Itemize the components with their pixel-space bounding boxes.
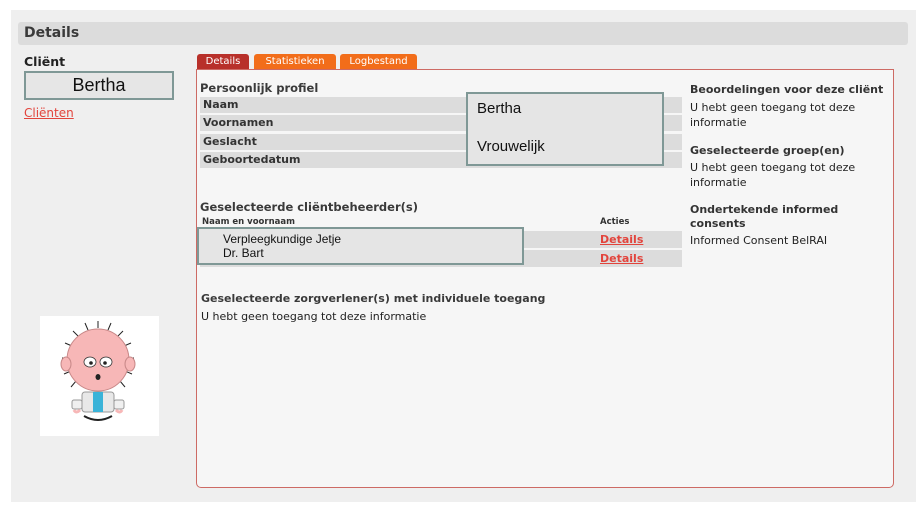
client-label: Cliënt: [24, 54, 66, 69]
groups-title: Geselecteerde groep(en): [690, 144, 845, 157]
tab-logbestand[interactable]: Logbestand: [340, 54, 417, 69]
caregivers-section-title: Geselecteerde zorgverlener(s) met indivi…: [201, 292, 546, 305]
tab-statistieken[interactable]: Statistieken: [254, 54, 336, 69]
profile-values-box: Bertha Vrouwelijk: [466, 92, 664, 166]
assessments-text: U hebt geen toegang tot deze informatie: [690, 101, 856, 129]
consents-title: Ondertekende informed consents: [690, 203, 839, 230]
page-title: Details: [24, 25, 80, 41]
field-label: Geslacht: [203, 135, 257, 148]
column-header-actions: Acties: [600, 217, 630, 227]
field-label: Geboortedatum: [203, 153, 301, 166]
consents-text: Informed Consent BelRAI: [690, 234, 828, 247]
manager-name: Verpleegkundige Jetje: [223, 232, 342, 246]
value-naam: Bertha: [477, 100, 522, 117]
details-link-row-1[interactable]: Details: [600, 233, 643, 246]
details-link-row-2[interactable]: Details: [600, 252, 643, 265]
header-bar: [18, 22, 908, 45]
clients-link[interactable]: Cliënten: [24, 106, 74, 120]
client-name-box: Bertha: [24, 71, 174, 100]
managers-section-title: Geselecteerde cliëntbeheerder(s): [200, 200, 418, 214]
groups-text: U hebt geen toegang tot deze informatie: [690, 161, 856, 189]
tab-details[interactable]: Details: [197, 54, 249, 69]
cartoon-avatar-icon: [60, 321, 136, 421]
managers-names-box: Verpleegkundige Jetje Dr. Bart: [197, 227, 524, 265]
field-label: Naam: [203, 98, 239, 111]
avatar-image: [40, 316, 159, 436]
profile-section-title: Persoonlijk profiel: [200, 81, 319, 95]
caregivers-message: U hebt geen toegang tot deze informatie: [201, 310, 427, 323]
column-header-name: Naam en voornaam: [202, 217, 295, 227]
value-geslacht: Vrouwelijk: [477, 138, 545, 155]
assessments-title: Beoordelingen voor deze cliënt: [690, 83, 884, 96]
manager-name: Dr. Bart: [223, 246, 264, 260]
field-label: Voornamen: [203, 116, 274, 129]
